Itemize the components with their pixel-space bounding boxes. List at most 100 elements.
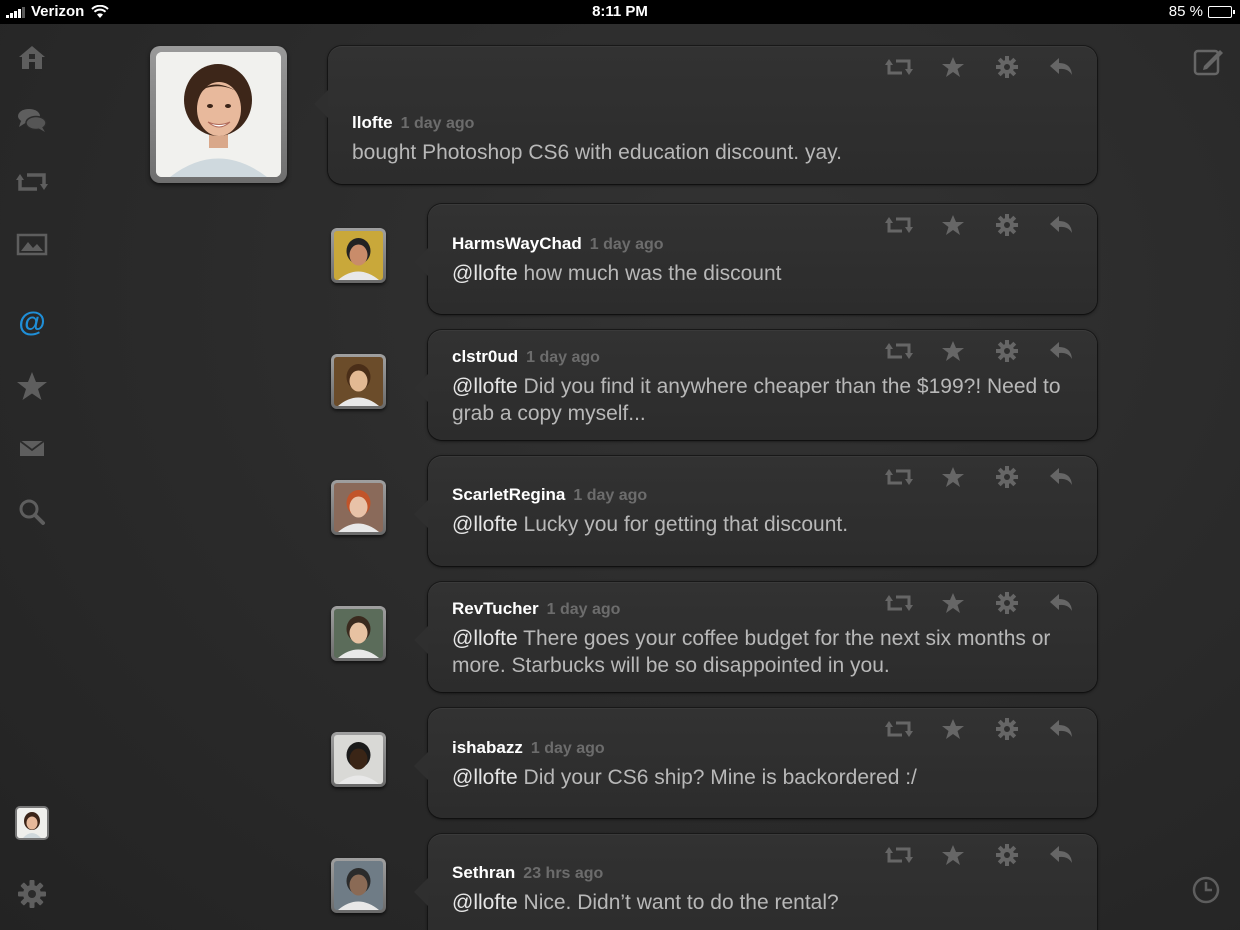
reply-avatar[interactable] xyxy=(331,606,386,661)
favorite-icon[interactable] xyxy=(937,592,969,614)
svg-text:@: @ xyxy=(18,306,45,337)
reply-avatar[interactable] xyxy=(331,480,386,535)
author-avatar-image xyxy=(156,52,281,177)
tweet-timestamp: 1 day ago xyxy=(526,349,600,366)
tweet-text: @llofte Did your CS6 ship? Mine is backo… xyxy=(452,764,1087,791)
media-icon[interactable] xyxy=(12,224,52,264)
mention-link[interactable]: @llofte xyxy=(452,513,518,536)
tweet-username[interactable]: RevTucher xyxy=(452,599,539,619)
favorites-icon[interactable] xyxy=(12,366,52,406)
clock-time: 8:11 PM xyxy=(592,3,648,20)
reply-avatar[interactable] xyxy=(331,228,386,283)
clock-icon[interactable] xyxy=(1190,874,1222,906)
gear-icon[interactable] xyxy=(991,718,1023,740)
reply-icon[interactable] xyxy=(1045,592,1077,614)
reply-tweet[interactable]: HarmsWayChad 1 day ago @llofte how much … xyxy=(414,204,1097,314)
retweet-icon[interactable] xyxy=(883,214,915,236)
gear-icon[interactable] xyxy=(991,466,1023,488)
tweet-timestamp: 1 day ago xyxy=(589,236,664,253)
retweets-icon[interactable] xyxy=(12,162,52,202)
favorite-icon[interactable] xyxy=(937,466,969,488)
tweet-actions xyxy=(883,56,1077,78)
home-icon[interactable] xyxy=(12,38,52,78)
reply-tweet[interactable]: ishabazz 1 day ago @llofte Did your CS6 … xyxy=(414,708,1097,818)
reply-avatar-image xyxy=(334,735,383,784)
tweet-username[interactable]: clstr0ud xyxy=(452,347,518,367)
settings-icon[interactable] xyxy=(12,874,52,914)
reply-tweet[interactable]: ScarletRegina 1 day ago @llofte Lucky yo… xyxy=(414,456,1097,566)
tweet-username[interactable]: llofte xyxy=(352,113,393,133)
favorite-icon[interactable] xyxy=(937,340,969,362)
reply-avatar-image xyxy=(334,483,383,532)
battery-percentage: 85 % xyxy=(1168,3,1203,20)
reply-avatar-image xyxy=(334,231,383,280)
tweet-text: @llofte Did you find it anywhere cheaper… xyxy=(452,373,1087,427)
favorite-icon[interactable] xyxy=(937,844,969,866)
reply-icon[interactable] xyxy=(1045,718,1077,740)
reply-tweet[interactable]: clstr0ud 1 day ago @llofte Did you find … xyxy=(414,330,1097,440)
tweet-username[interactable]: ScarletRegina xyxy=(452,485,565,505)
tweet-text: @llofte There goes your coffee budget fo… xyxy=(452,625,1087,679)
retweet-icon[interactable] xyxy=(883,466,915,488)
reply-icon[interactable] xyxy=(1045,340,1077,362)
tweet-body: Nice. Didn’t want to do the rental? xyxy=(517,891,839,914)
mention-link[interactable]: @llofte xyxy=(452,891,518,914)
tweet-body: Did your CS6 ship? Mine is backordered :… xyxy=(517,766,917,789)
battery-icon xyxy=(1208,5,1235,18)
tweet-username[interactable]: HarmsWayChad xyxy=(452,234,582,254)
mention-link[interactable]: @llofte xyxy=(452,766,518,789)
author-avatar[interactable] xyxy=(150,46,287,183)
gear-icon[interactable] xyxy=(991,214,1023,236)
mention-link[interactable]: @llofte xyxy=(452,627,518,650)
gear-icon[interactable] xyxy=(991,56,1023,78)
retweet-icon[interactable] xyxy=(883,56,915,78)
mention-link[interactable]: @llofte xyxy=(452,262,518,285)
gear-icon[interactable] xyxy=(991,340,1023,362)
mention-link[interactable]: @llofte xyxy=(452,375,518,398)
sidebar: @ xyxy=(0,24,64,930)
tweet-body: Lucky you for getting that discount. xyxy=(517,513,849,536)
messages-icon[interactable] xyxy=(12,428,52,468)
retweet-icon[interactable] xyxy=(883,592,915,614)
tweet-actions xyxy=(883,466,1077,488)
retweet-icon[interactable] xyxy=(883,340,915,362)
gear-icon[interactable] xyxy=(991,592,1023,614)
tweet-timestamp: 1 day ago xyxy=(573,487,648,504)
mentions-icon[interactable]: @ xyxy=(12,302,52,342)
reply-icon[interactable] xyxy=(1045,56,1077,78)
tweet-timestamp: 1 day ago xyxy=(400,115,475,132)
search-icon[interactable] xyxy=(12,492,52,532)
reply-tweet[interactable]: Sethran 23 hrs ago @llofte Nice. Didn’t … xyxy=(414,834,1097,930)
account-avatar[interactable] xyxy=(15,806,49,840)
favorite-icon[interactable] xyxy=(937,718,969,740)
retweet-icon[interactable] xyxy=(883,844,915,866)
tweet-actions xyxy=(883,214,1077,236)
reply-icon[interactable] xyxy=(1045,214,1077,236)
reply-avatar[interactable] xyxy=(331,858,386,913)
reply-avatar-image xyxy=(334,861,383,910)
tweet-username[interactable]: ishabazz xyxy=(452,738,523,758)
favorite-icon[interactable] xyxy=(937,214,969,236)
tweet-text: @llofte how much was the discount xyxy=(452,260,1087,287)
gear-icon[interactable] xyxy=(991,844,1023,866)
conversations-icon[interactable] xyxy=(12,100,52,140)
reply-avatar-image xyxy=(334,357,383,406)
tweet-username[interactable]: Sethran xyxy=(452,863,515,883)
tweet-actions xyxy=(883,592,1077,614)
tweet-body: There goes your coffee budget for the ne… xyxy=(452,627,1051,677)
retweet-icon[interactable] xyxy=(883,718,915,740)
tweet-body: Did you find it anywhere cheaper than th… xyxy=(452,375,1061,425)
tweet-text: bought Photoshop CS6 with education disc… xyxy=(352,141,842,164)
compose-icon[interactable] xyxy=(1190,44,1226,80)
main-tweet[interactable]: llofte 1 day ago bought Photoshop CS6 wi… xyxy=(314,46,1097,184)
reply-icon[interactable] xyxy=(1045,466,1077,488)
reply-avatar[interactable] xyxy=(331,732,386,787)
tweet-timestamp: 1 day ago xyxy=(530,740,605,757)
tweet-timestamp: 1 day ago xyxy=(546,601,621,618)
tweet-actions xyxy=(883,718,1077,740)
reply-icon[interactable] xyxy=(1045,844,1077,866)
tweet-actions xyxy=(883,844,1077,866)
reply-avatar[interactable] xyxy=(331,354,386,409)
reply-tweet[interactable]: RevTucher 1 day ago @llofte There goes y… xyxy=(414,582,1097,692)
favorite-icon[interactable] xyxy=(937,56,969,78)
